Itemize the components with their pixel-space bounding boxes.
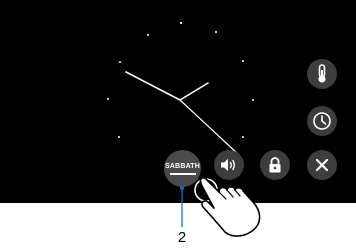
hand-pointer-icon <box>194 176 261 237</box>
callout-number: 2 <box>177 229 187 246</box>
